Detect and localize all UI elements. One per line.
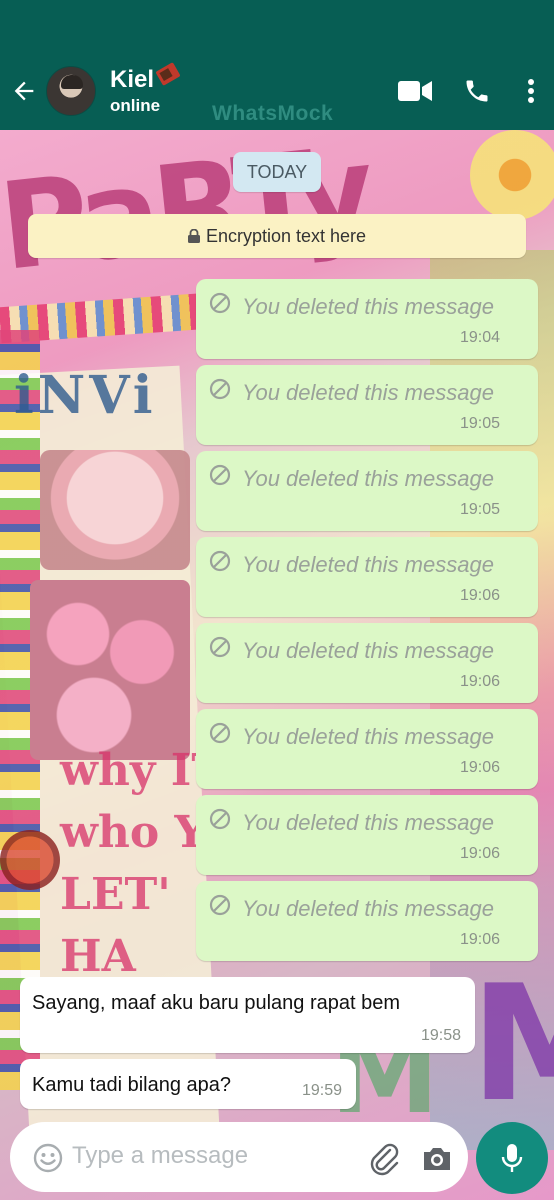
message-text: You deleted this message — [242, 552, 494, 577]
more-icon — [528, 79, 534, 103]
outgoing-message[interactable]: You deleted this message 19:06 — [196, 795, 538, 875]
outgoing-message[interactable]: You deleted this message 19:06 — [196, 623, 538, 703]
mic-icon — [501, 1144, 523, 1172]
blocked-icon — [209, 722, 231, 744]
voice-call-button[interactable] — [446, 52, 508, 130]
outgoing-message[interactable]: You deleted this message 19:06 — [196, 881, 538, 961]
lock-icon — [187, 229, 200, 243]
outgoing-message[interactable]: You deleted this message 19:06 — [196, 709, 538, 789]
blocked-icon — [209, 894, 231, 916]
message-time: 19:58 — [420, 1027, 461, 1044]
message-time: 19:06 — [459, 759, 500, 776]
message-time: 19:06 — [459, 673, 500, 690]
message-text: You deleted this message — [242, 638, 494, 663]
more-options-button[interactable] — [508, 52, 554, 130]
blocked-icon — [209, 550, 231, 572]
video-call-button[interactable] — [384, 52, 446, 130]
message-placeholder: Type a message — [72, 1142, 249, 1169]
contact-name: Kiel — [110, 66, 155, 93]
message-input[interactable]: Type a message — [10, 1122, 468, 1192]
incoming-message[interactable]: Kamu tadi bilang apa? 19:59 — [20, 1059, 356, 1109]
message-text: You deleted this message — [242, 294, 494, 319]
message-time: 19:05 — [459, 501, 500, 518]
contact-info[interactable]: Kiel online — [110, 62, 181, 116]
back-arrow-icon — [14, 81, 34, 101]
message-text: Sayang, maaf aku baru pulang rapat bem — [32, 992, 401, 1014]
mic-button[interactable] — [476, 1122, 548, 1194]
blocked-icon — [209, 378, 231, 400]
watermark: WhatsMock — [212, 102, 334, 125]
phone-icon — [466, 80, 488, 102]
wallpaper-flower — [470, 130, 554, 220]
message-text: You deleted this message — [242, 724, 494, 749]
encryption-text: Encryption text here — [205, 225, 367, 246]
message-time: 19:06 — [459, 931, 500, 948]
wallpaper-cake — [40, 450, 190, 570]
video-call-icon — [398, 81, 432, 101]
message-time: 19:06 — [459, 587, 500, 604]
message-time: 19:04 — [459, 329, 500, 346]
contact-status: online — [110, 96, 161, 115]
avatar[interactable] — [46, 66, 96, 116]
back-button[interactable] — [2, 52, 46, 130]
message-text: You deleted this message — [242, 810, 494, 835]
camera-icon[interactable] — [420, 1142, 454, 1176]
encryption-notice[interactable]: Encryption text here — [28, 214, 526, 258]
outgoing-message[interactable]: You deleted this message 19:05 — [196, 365, 538, 445]
date-chip: TODAY — [233, 152, 321, 192]
message-time: 19:05 — [459, 415, 500, 432]
emoji-icon[interactable] — [32, 1142, 64, 1174]
outgoing-message[interactable]: You deleted this message 19:06 — [196, 537, 538, 617]
wallpaper-roses — [30, 580, 190, 760]
message-time: 19:06 — [459, 845, 500, 862]
attach-icon[interactable] — [366, 1140, 402, 1176]
message-text: You deleted this message — [242, 380, 494, 405]
wallpaper-flower — [0, 830, 60, 890]
blocked-icon — [209, 292, 231, 314]
wallpaper-lettering: M — [470, 950, 554, 1137]
message-text: You deleted this message — [242, 896, 494, 921]
blocked-icon — [209, 808, 231, 830]
blocked-icon — [209, 636, 231, 658]
outgoing-message[interactable]: You deleted this message 19:05 — [196, 451, 538, 531]
message-text: Kamu tadi bilang apa? — [32, 1074, 232, 1096]
blocked-icon — [209, 464, 231, 486]
outgoing-message[interactable]: You deleted this message 19:04 — [196, 279, 538, 359]
incoming-message[interactable]: Sayang, maaf aku baru pulang rapat bem 1… — [20, 977, 475, 1053]
wallpaper-lettering: iNVi — [14, 365, 157, 426]
message-text: You deleted this message — [242, 466, 494, 491]
message-time: 19:59 — [301, 1082, 342, 1099]
status-bar — [0, 0, 554, 52]
chat-header: Kiel online WhatsMock — [0, 52, 554, 130]
chocolate-emoji-icon — [155, 62, 181, 86]
